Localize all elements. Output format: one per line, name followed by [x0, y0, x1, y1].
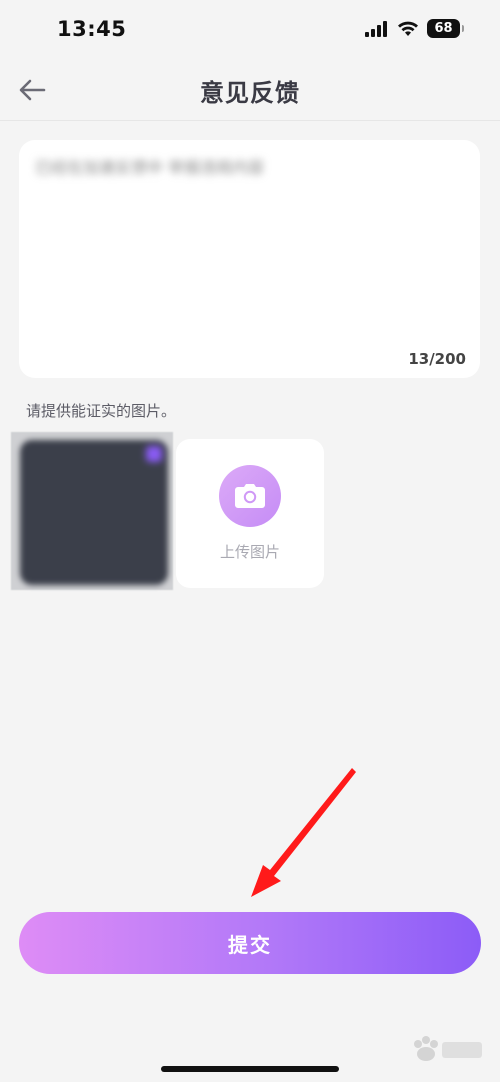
status-time: 13:45 [57, 17, 127, 41]
nav-bar: 意见反馈 [0, 60, 500, 121]
image-hint: 请提供能证实的图片。 [26, 402, 177, 420]
submit-button[interactable]: 提交 [19, 912, 481, 974]
upload-label: 上传图片 [219, 543, 280, 561]
baidu-watermark-logo [414, 1036, 482, 1061]
feedback-card: 已经在加速反馈中 举报违规内容 13/200 [19, 140, 480, 378]
battery-level: 68 [434, 21, 453, 36]
home-indicator[interactable] [161, 1066, 339, 1072]
image-remove-badge[interactable] [146, 446, 162, 462]
status-icons: 68 [365, 19, 464, 38]
uploaded-image-thumbnail[interactable] [20, 440, 168, 585]
battery-icon: 68 [427, 19, 464, 38]
upload-image-button[interactable]: 上传图片 [176, 439, 324, 588]
feedback-textarea[interactable]: 已经在加速反馈中 举报违规内容 [35, 154, 285, 182]
char-counter: 13/200 [408, 350, 466, 368]
upload-icon-circle [219, 465, 281, 527]
uploaded-image-frame [11, 432, 173, 590]
status-bar: 13:45 68 [0, 0, 500, 60]
feedback-screen: 13:45 68 意见反馈 已经在加速反馈中 举报违规内容 13/200 请提供… [0, 0, 500, 1082]
page-title: 意见反馈 [200, 79, 300, 107]
signal-icon [365, 20, 387, 37]
wifi-icon [398, 21, 418, 36]
camera-icon [235, 484, 265, 508]
